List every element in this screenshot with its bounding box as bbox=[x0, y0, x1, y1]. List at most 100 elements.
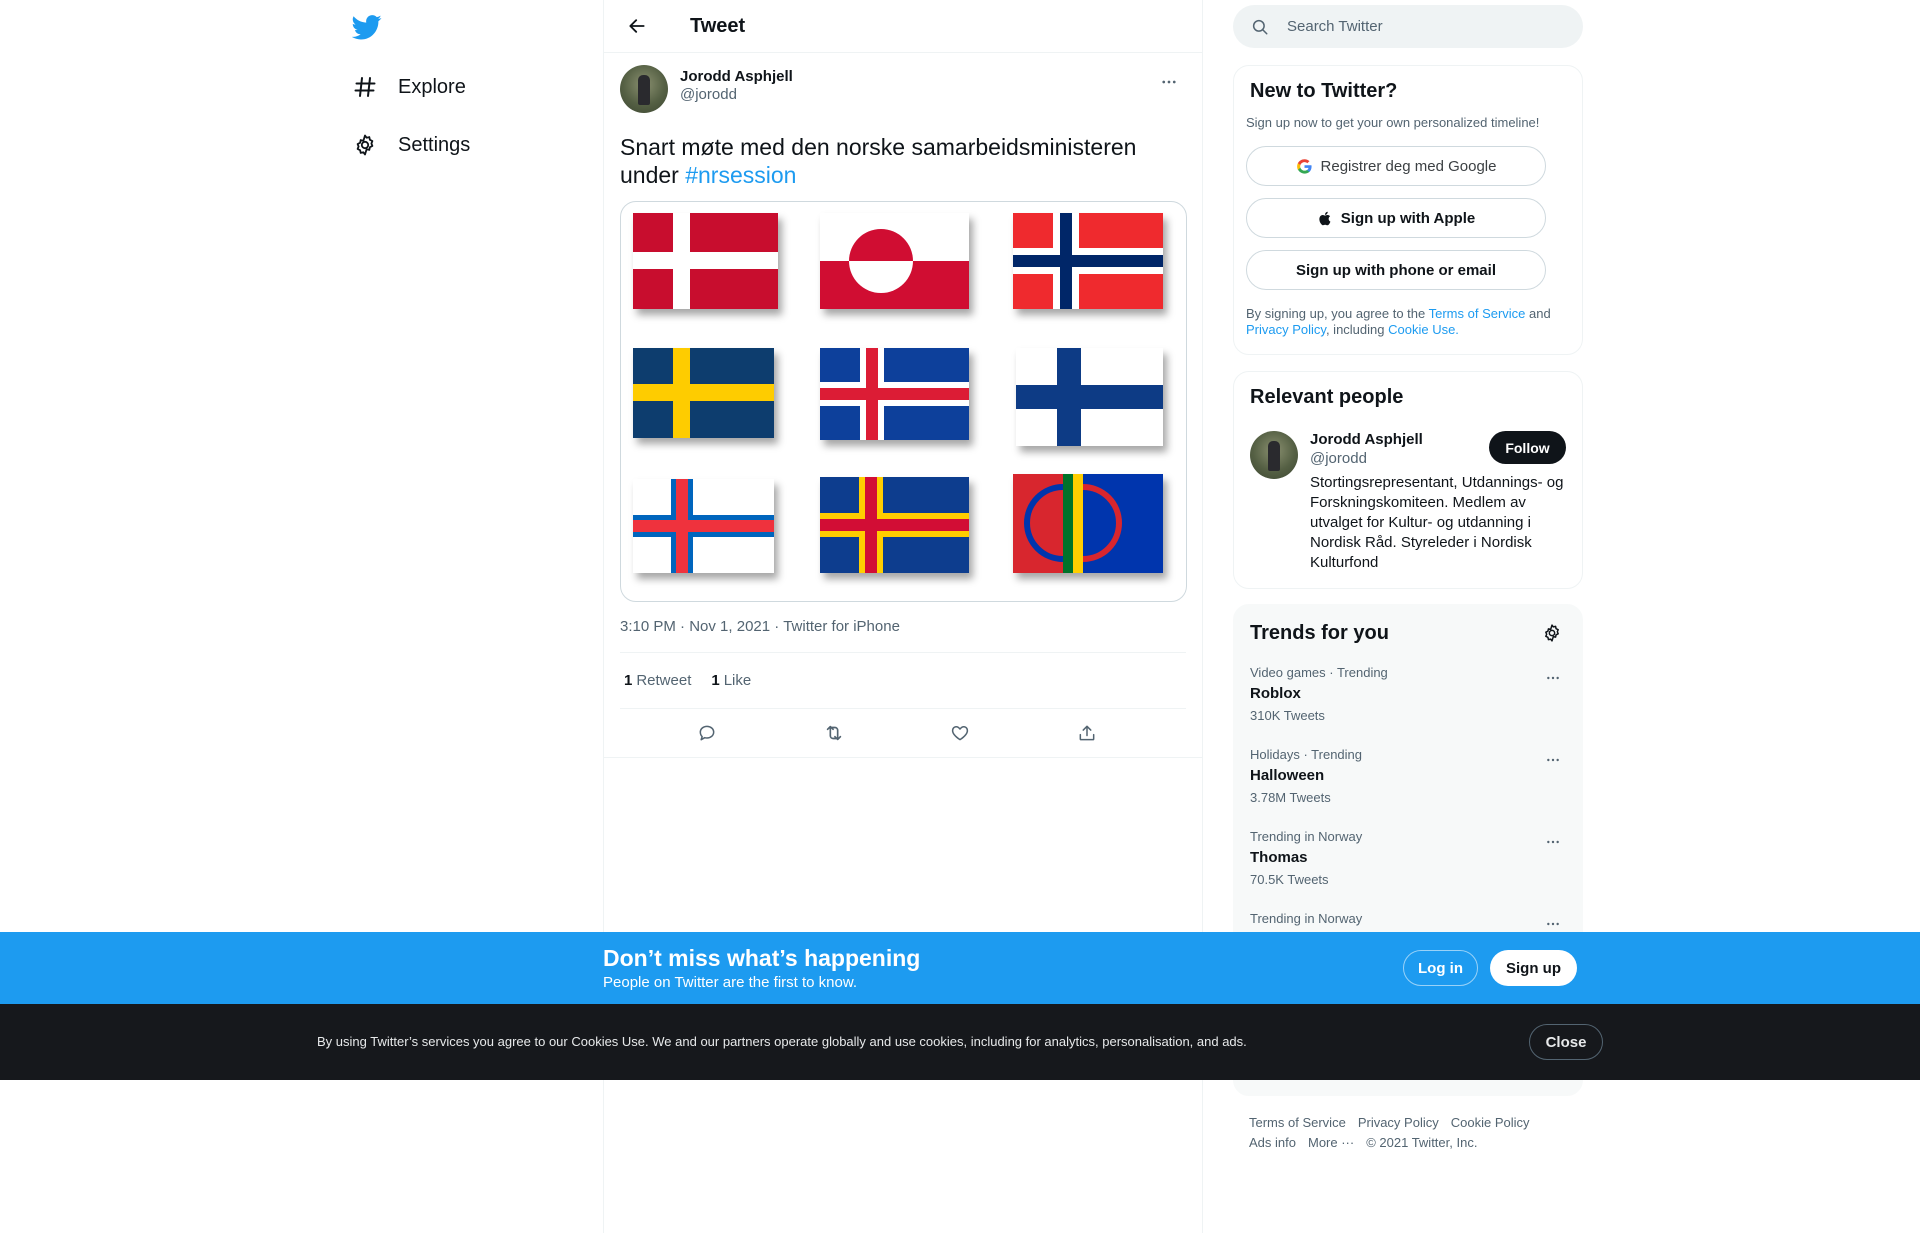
tweet-date[interactable]: Nov 1, 2021 bbox=[689, 618, 770, 635]
trend-category: Trending in Norway bbox=[1250, 829, 1363, 844]
hashtag-link[interactable]: #nrsession bbox=[685, 162, 796, 188]
hashtag-icon bbox=[352, 74, 378, 100]
back-button[interactable] bbox=[620, 9, 654, 43]
author-handle[interactable]: @jorodd bbox=[680, 86, 793, 103]
trend-count: 310K Tweets bbox=[1250, 708, 1325, 723]
more-dots-icon bbox=[1162, 80, 1176, 84]
follow-button[interactable]: Follow bbox=[1489, 431, 1566, 464]
phone-email-signup-button[interactable]: Sign up with phone or email bbox=[1246, 250, 1546, 290]
more-dots-icon bbox=[1547, 922, 1559, 926]
relevant-people-card: Relevant people Jorodd Asphjell @jorodd … bbox=[1233, 371, 1583, 589]
tweet-author-row: Jorodd Asphjell @jorodd bbox=[620, 65, 1186, 115]
more-dots-icon bbox=[1547, 840, 1559, 844]
signup-card: New to Twitter? Sign up now to get your … bbox=[1233, 65, 1583, 355]
footer-links: Terms of Service Privacy Policy Cookie Pol… bbox=[1249, 1113, 1579, 1153]
author-name[interactable]: Jorodd Asphjell bbox=[680, 68, 793, 85]
nordic-flags-image bbox=[633, 213, 1163, 573]
like-stat[interactable]: 1 Like bbox=[711, 672, 751, 689]
footer-ads-link[interactable]: Ads info bbox=[1249, 1135, 1296, 1150]
nav-settings[interactable]: Settings bbox=[352, 121, 470, 169]
trend-category: Trending in Norway bbox=[1250, 911, 1363, 926]
meta-separator: · bbox=[680, 618, 686, 635]
twitter-bird-icon[interactable] bbox=[351, 12, 382, 42]
banner-title: Don’t miss what’s happening bbox=[603, 945, 921, 971]
trend-more-button[interactable] bbox=[1540, 665, 1566, 691]
like-button[interactable] bbox=[943, 716, 977, 750]
cookie-close-button[interactable]: Close bbox=[1529, 1024, 1603, 1060]
retweet-count: 1 bbox=[624, 672, 633, 689]
banner-subtitle: People on Twitter are the first to know. bbox=[603, 974, 858, 991]
signup-card-title: New to Twitter? bbox=[1250, 80, 1398, 102]
arrow-left-icon bbox=[629, 19, 645, 33]
cookie-use-link[interactable]: Cookie Use. bbox=[1388, 322, 1459, 337]
avatar[interactable] bbox=[620, 65, 668, 113]
flag-faroe-islands bbox=[633, 479, 774, 573]
tweet-header: Tweet bbox=[604, 0, 1202, 53]
trend-name: Roblox bbox=[1250, 685, 1301, 702]
footer-more-link[interactable]: More ··· bbox=[1308, 1135, 1354, 1150]
author-info[interactable]: Jorodd Asphjell @jorodd bbox=[680, 68, 793, 103]
trend-name: Thomas bbox=[1250, 849, 1308, 866]
share-icon bbox=[1079, 725, 1095, 741]
retweet-button[interactable] bbox=[817, 716, 851, 750]
search-icon bbox=[1252, 19, 1268, 34]
person-item[interactable]: Jorodd Asphjell @jorodd Stortingsreprese… bbox=[1250, 431, 1566, 573]
tweet-media[interactable] bbox=[620, 201, 1187, 602]
person-bio: Stortingsrepresentant, Utdannings- og Fo… bbox=[1310, 474, 1564, 571]
footer-cookie-link[interactable]: Cookie Policy bbox=[1451, 1115, 1530, 1130]
avatar[interactable] bbox=[1250, 431, 1298, 479]
google-signup-button[interactable]: Registrer deg med Google bbox=[1246, 146, 1546, 186]
trend-item[interactable]: Trending in Norway Thomas 70.5K Tweets bbox=[1250, 815, 1566, 897]
flag-aland bbox=[820, 477, 969, 573]
tweet-stats: 1 Retweet 1 Like bbox=[620, 652, 1186, 709]
trend-more-button[interactable] bbox=[1540, 829, 1566, 855]
cookie-text: By using Twitter’s services you agree to… bbox=[317, 1034, 1247, 1049]
relevant-people-title: Relevant people bbox=[1250, 386, 1404, 408]
tweet-actions bbox=[604, 709, 1202, 758]
search-box[interactable] bbox=[1233, 5, 1583, 48]
tweet-time[interactable]: 3:10 PM bbox=[620, 618, 676, 635]
like-count: 1 bbox=[711, 672, 720, 689]
share-button[interactable] bbox=[1070, 716, 1104, 750]
retweet-stat[interactable]: 1 Retweet bbox=[624, 672, 691, 689]
page-title: Tweet bbox=[690, 14, 746, 37]
flag-norway bbox=[1013, 213, 1163, 309]
trend-item[interactable]: Video games · Trending Roblox 310K Tweet… bbox=[1250, 651, 1566, 733]
footer-terms-link[interactable]: Terms of Service bbox=[1249, 1115, 1346, 1130]
privacy-policy-link[interactable]: Privacy Policy bbox=[1246, 322, 1326, 337]
apple-signup-button[interactable]: Sign up with Apple bbox=[1246, 198, 1546, 238]
trends-settings-button[interactable] bbox=[1538, 619, 1566, 647]
reply-button[interactable] bbox=[690, 716, 724, 750]
trend-category: Video games · Trending bbox=[1250, 665, 1388, 680]
signup-button[interactable]: Sign up bbox=[1490, 950, 1577, 986]
retweet-stat-label: Retweet bbox=[636, 672, 692, 689]
trend-item[interactable]: Holidays · Trending Halloween 3.78M Twee… bbox=[1250, 733, 1566, 815]
terms-including: , including bbox=[1325, 322, 1389, 337]
terms-prefix: By signing up, you agree to the bbox=[1246, 306, 1429, 321]
tweet-timestamp: 3:10 PM · Nov 1, 2021 · Twitter for iPho… bbox=[620, 618, 1186, 638]
terms-of-service-link[interactable]: Terms of Service bbox=[1429, 306, 1526, 321]
search-input[interactable] bbox=[1287, 18, 1547, 35]
flag-denmark bbox=[633, 213, 778, 309]
trends-header: Trends for you bbox=[1250, 619, 1566, 647]
reply-icon bbox=[699, 725, 715, 741]
apple-icon bbox=[1317, 210, 1333, 227]
cookie-banner: By using Twitter’s services you agree to… bbox=[0, 1004, 1920, 1080]
meta-separator-2: · bbox=[774, 618, 780, 635]
like-stat-label: Like bbox=[723, 672, 752, 689]
retweet-icon bbox=[826, 725, 841, 741]
footer-privacy-link[interactable]: Privacy Policy bbox=[1358, 1115, 1439, 1130]
trend-more-button[interactable] bbox=[1540, 747, 1566, 773]
nav-settings-label: Settings bbox=[398, 133, 471, 156]
more-button[interactable] bbox=[1154, 67, 1184, 97]
flag-sami bbox=[1013, 474, 1163, 573]
nav-explore[interactable]: Explore bbox=[352, 63, 466, 111]
footer-copyright: © 2021 Twitter, Inc. bbox=[1366, 1135, 1478, 1150]
nav-explore-label: Explore bbox=[398, 75, 466, 98]
phone-email-signup-label: Sign up with phone or email bbox=[1295, 261, 1496, 279]
trend-count: 3.78M Tweets bbox=[1250, 790, 1331, 805]
tweet-source[interactable]: Twitter for iPhone bbox=[783, 618, 900, 635]
login-button[interactable]: Log in bbox=[1403, 950, 1478, 986]
trend-count: 70.5K Tweets bbox=[1250, 872, 1329, 887]
google-icon bbox=[1296, 158, 1313, 175]
